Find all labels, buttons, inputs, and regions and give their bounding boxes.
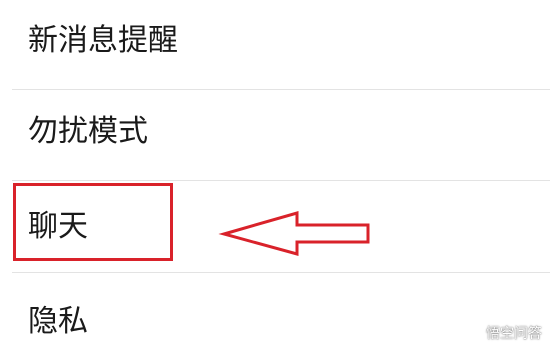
settings-item-label: 新消息提醒	[28, 23, 178, 58]
settings-item-label: 隐私	[28, 304, 88, 339]
camera-logo-icon	[464, 324, 482, 342]
divider	[12, 180, 550, 181]
watermark: 悟空问答	[464, 322, 542, 344]
settings-item-label: 勿扰模式	[28, 114, 148, 149]
divider	[12, 89, 550, 90]
watermark-text: 悟空问答	[486, 326, 542, 342]
settings-item-new-message-alert[interactable]: 新消息提醒	[0, 0, 550, 90]
settings-item-do-not-disturb[interactable]: 勿扰模式	[0, 91, 550, 181]
highlight-box	[13, 183, 173, 261]
divider	[12, 272, 550, 273]
settings-list: 新消息提醒 勿扰模式 聊天 隐私	[0, 0, 550, 350]
